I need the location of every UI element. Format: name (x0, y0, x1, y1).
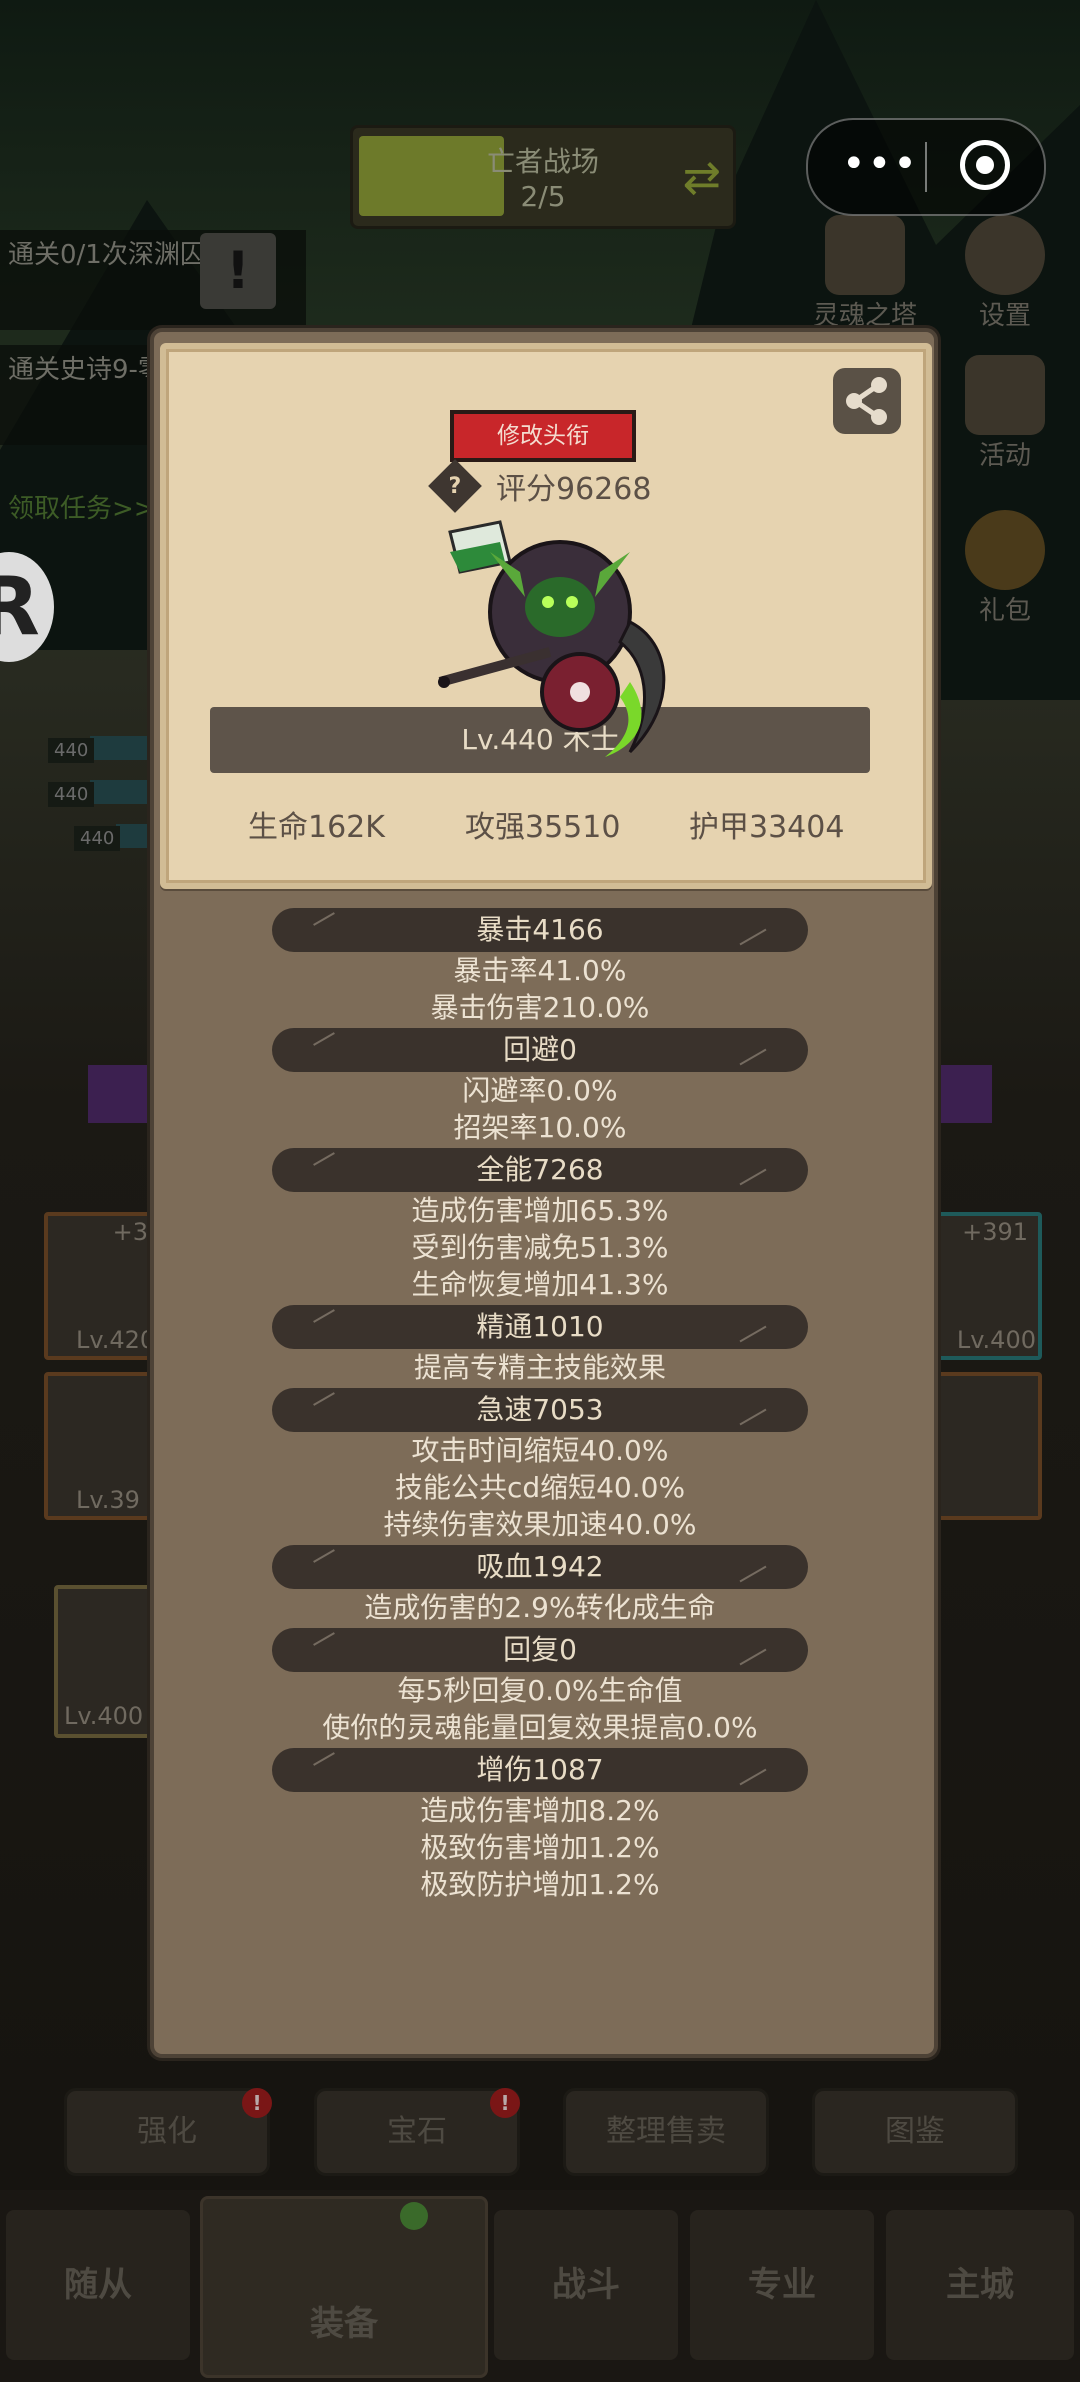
tab-equipment[interactable]: 装备 (200, 2196, 488, 2378)
attack-power-stat: 攻强35510 (465, 810, 621, 845)
unit-level: 440 (48, 782, 95, 807)
attribute-header: 回避0 (272, 1028, 808, 1072)
warlock-character-sprite (438, 520, 666, 757)
attribute-group: 吸血1942 造成伤害的2.9%转化成生命 (150, 1545, 930, 1626)
more-dots-icon[interactable]: ••• (842, 144, 919, 184)
attribute-detail: 攻击时间缩短40.0% (411, 1434, 669, 1467)
share-button[interactable] (833, 368, 901, 434)
attribute-detail: 造成伤害的2.9%转化成生命 (364, 1591, 716, 1624)
equip-slot[interactable] (928, 1372, 1042, 1520)
hp-bar (116, 824, 150, 848)
notification-dot: ! (490, 2088, 520, 2118)
capsule-divider (925, 142, 927, 192)
equip-slot[interactable]: Lv.39 (44, 1372, 158, 1520)
rename-title-button[interactable]: 修改头衔 (450, 410, 636, 462)
attribute-header: 回复0 (272, 1628, 808, 1672)
score-row: ? 评分96268 (428, 459, 652, 513)
equip-slot[interactable]: +391 Lv.400 (928, 1212, 1042, 1360)
slot-bonus: +391 (962, 1218, 1028, 1246)
equip-slot[interactable]: +3 Lv.420 (44, 1212, 158, 1360)
attribute-group: 回避0 闪避率0.0% 招架率10.0% (150, 1028, 930, 1146)
attribute-detail: 暴击伤害210.0% (430, 991, 650, 1024)
activity-button[interactable]: 活动 (945, 355, 1065, 472)
attribute-group: 急速7053 攻击时间缩短40.0% 技能公共cd缩短40.0% 持续伤害效果加速40… (150, 1388, 930, 1543)
attribute-header: 精通1010 (272, 1305, 808, 1349)
attribute-header: 急速7053 (272, 1388, 808, 1432)
unit-level: 440 (74, 826, 121, 851)
attribute-header: 增伤1087 (272, 1748, 808, 1792)
codex-button[interactable]: 图鉴 (812, 2088, 1018, 2176)
battlefield-banner[interactable]: 亡者战场 2/5 ⇄ (350, 125, 736, 229)
health-stat: 生命162K (248, 810, 385, 845)
attribute-detail: 技能公共cd缩短40.0% (394, 1471, 686, 1504)
attribute-detail: 极致伤害增加1.2% (420, 1831, 660, 1864)
slot-bonus: +3 (112, 1218, 148, 1246)
attribute-header: 全能7268 (272, 1148, 808, 1192)
notification-dot (400, 2202, 428, 2230)
tab-battle[interactable]: 战斗 (494, 2210, 678, 2360)
gift-button[interactable]: 礼包 (945, 510, 1065, 627)
gift-label: 礼包 (978, 596, 1031, 626)
refresh-icon: ⇄ (682, 150, 721, 204)
tab-main-city[interactable]: 主城 (886, 2210, 1074, 2360)
slot-level: Lv.400 (956, 1326, 1036, 1354)
mini-program-capsule: ••• (806, 118, 1046, 216)
attribute-detail: 闪避率0.0% (462, 1074, 618, 1107)
slot-level: Lv.420 (76, 1326, 156, 1354)
attribute-detail: 持续伤害效果加速40.0% (383, 1508, 697, 1541)
gift-icon (965, 510, 1045, 590)
attribute-detail: 极致防护增加1.2% (420, 1868, 660, 1901)
notification-dot: ! (242, 2088, 272, 2118)
attribute-detail: 使你的灵魂能量回复效果提高0.0% (322, 1711, 758, 1744)
banner-progress: 2/5 (520, 180, 566, 213)
soul-tower-label: 灵魂之塔 (812, 301, 917, 331)
hp-bar (90, 736, 150, 760)
attribute-group: 全能7268 造成伤害增加65.3% 受到伤害减免51.3% 生命恢复增加41.3% (150, 1148, 930, 1303)
hp-bar (90, 780, 150, 804)
attribute-group: 精通1010 提高专精主技能效果 (150, 1305, 930, 1386)
enhance-button[interactable]: 强化 (64, 2088, 270, 2176)
attribute-group: 回复0 每5秒回复0.0%生命值使你的灵魂能量回复效果提高0.0% (150, 1628, 930, 1746)
purple-bar (930, 1065, 992, 1123)
attribute-detail: 提高专精主技能效果 (413, 1351, 666, 1384)
attribute-list: 暴击4166 暴击率41.0% 暴击伤害210.0% 回避0 闪避率0.0% 招架率10.… (150, 908, 930, 1905)
score-value: 评分96268 (496, 472, 652, 507)
attribute-group: 增伤1087 造成伤害增加8.2% 极致伤害增加1.2% 极致防护增加1.2% (150, 1748, 930, 1903)
mini-close-icon[interactable] (960, 140, 1010, 190)
attribute-detail: 暴击率41.0% (453, 954, 627, 987)
attribute-group: 暴击4166 暴击率41.0% 暴击伤害210.0% (150, 908, 930, 1026)
alert-icon[interactable]: ! (200, 233, 276, 309)
slot-level: Lv.400 (64, 1702, 144, 1730)
help-icon[interactable]: ? (428, 459, 482, 513)
attribute-detail: 造成伤害增加65.3% (411, 1194, 669, 1227)
slot-level: Lv.39 (76, 1486, 140, 1514)
activity-label: 活动 (978, 441, 1031, 471)
purple-bar (88, 1065, 150, 1123)
scroll-icon (965, 355, 1045, 435)
soul-tower-button[interactable]: 灵魂之塔 (800, 215, 930, 332)
tower-icon (825, 215, 905, 295)
attribute-detail: 造成伤害增加8.2% (420, 1794, 660, 1827)
attribute-detail: 招架率10.0% (453, 1111, 627, 1144)
attribute-detail: 生命恢复增加41.3% (411, 1268, 669, 1301)
claim-quest-link[interactable]: 领取任务>> (8, 488, 156, 525)
sort-sell-button[interactable]: 整理售卖 (563, 2088, 769, 2176)
armor-stat: 护甲33404 (689, 810, 845, 845)
gear-icon (965, 215, 1045, 295)
attribute-header: 吸血1942 (272, 1545, 808, 1589)
attribute-detail: 受到伤害减免51.3% (411, 1231, 669, 1264)
unit-level: 440 (48, 738, 95, 763)
attribute-detail: 每5秒回复0.0%生命值 (397, 1674, 683, 1707)
banner-title: 亡者战场 (486, 145, 599, 178)
settings-label: 设置 (978, 301, 1031, 331)
share-icon (846, 377, 887, 425)
tab-profession[interactable]: 专业 (690, 2210, 874, 2360)
tab-followers[interactable]: 随从 (6, 2210, 190, 2360)
attribute-header: 暴击4166 (272, 908, 808, 952)
settings-button[interactable]: 设置 (945, 215, 1065, 332)
